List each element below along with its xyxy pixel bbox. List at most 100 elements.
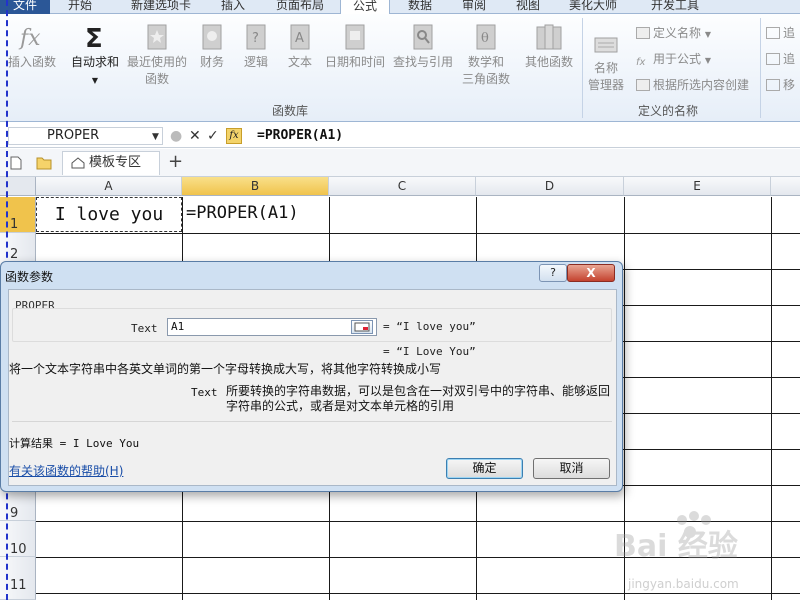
define-name-button[interactable]: 定义名称 ▼ — [636, 24, 711, 42]
create-from-selection-label: 根据所选内容创建 — [653, 78, 750, 92]
tab-page-layout[interactable]: 页面布局 — [266, 0, 334, 14]
function-library-group-label: 函数库 — [272, 104, 309, 118]
collapse-dialog-icon[interactable] — [351, 320, 373, 334]
chevron-down-icon: ▼ — [91, 76, 99, 85]
formula-input[interactable]: =PROPER(A1) — [257, 127, 343, 144]
logic-button[interactable]: ? 逻辑 — [238, 22, 274, 71]
trace-label-2: 追 — [783, 52, 796, 66]
more-functions-label: 其他函数 — [524, 55, 573, 69]
tab-developer[interactable]: 开发工具 — [640, 0, 710, 14]
tab-home[interactable]: 开始 — [58, 0, 102, 14]
name-manager-label-2: 管理器 — [587, 78, 624, 92]
tab-template-zone[interactable]: 模板专区 — [62, 151, 160, 175]
finance-button[interactable]: 财务 — [194, 22, 230, 71]
cancel-button[interactable]: 取消 — [533, 458, 610, 479]
calendar-book-icon — [345, 24, 365, 50]
column-header-c[interactable]: C — [329, 177, 476, 196]
expand-icon: ● — [170, 128, 183, 144]
grid-icon — [636, 79, 650, 91]
new-file-icon[interactable] — [10, 156, 22, 170]
function-arguments-dialog: 函数参数 ? X PROPER Text A1 = “I love you” =… — [0, 261, 623, 492]
tab-new[interactable]: 新建选项卡 — [118, 0, 204, 14]
formula-bar: PROPER ▼ ● ✕ ✓ fx =PROPER(A1) — [0, 124, 800, 148]
trace-dependents-button[interactable]: 追 — [766, 50, 795, 68]
use-in-formula-label: 用于公式 — [653, 52, 702, 66]
column-header-a[interactable]: A — [36, 177, 182, 196]
insert-function-label: 插入函数 — [7, 55, 56, 69]
use-in-formula-button[interactable]: fx 用于公式 ▼ — [636, 50, 711, 68]
svg-text:Σ: Σ — [85, 24, 103, 52]
name-manager-icon — [594, 37, 618, 53]
name-manager-button[interactable]: 名称 管理器 — [584, 34, 628, 94]
range-select-icon — [354, 322, 370, 332]
function-help-link[interactable]: 有关该函数的帮助(H) — [9, 462, 123, 479]
cell-b1[interactable]: =PROPER(A1) — [183, 197, 330, 232]
star-book-icon — [147, 24, 167, 50]
dialog-title: 函数参数 — [5, 270, 54, 284]
text-argument-input[interactable]: A1 — [167, 318, 377, 336]
svg-text:?: ? — [252, 31, 259, 46]
chevron-down-icon: ▼ — [704, 56, 711, 65]
math-trig-label-1: 数学和 — [467, 55, 504, 69]
name-box[interactable]: PROPER — [8, 127, 163, 145]
ribbon-separator — [582, 18, 583, 118]
column-header-d[interactable]: D — [476, 177, 624, 196]
magnifier-book-icon — [413, 24, 433, 50]
argument-label: Text — [131, 322, 158, 335]
create-from-selection-button[interactable]: 根据所选内容创建 — [636, 76, 749, 94]
ribbon: fx 插入函数 Σ 自动求和 ▼ 最近使用的 函数 财务 ? 逻辑 A 文本 日… — [0, 14, 800, 122]
autosum-button[interactable]: Σ 自动求和 ▼ — [66, 22, 124, 89]
tag-icon — [636, 27, 650, 39]
add-tab-icon[interactable]: + — [168, 151, 183, 172]
autosum-label: 自动求和 — [70, 55, 119, 69]
trace-label-3: 移 — [783, 78, 796, 92]
column-header-e[interactable]: E — [624, 177, 771, 196]
insert-function-icon[interactable]: fx — [226, 128, 242, 144]
recent-functions-label-1: 最近使用的 — [126, 55, 187, 69]
tab-view[interactable]: 视图 — [506, 0, 550, 14]
more-functions-button[interactable]: 其他函数 — [520, 22, 578, 71]
finance-label: 财务 — [199, 55, 224, 69]
watermark-brand: Bai 经验 — [614, 529, 738, 564]
remove-arrows-button[interactable]: 移 — [766, 76, 795, 94]
grid-line — [36, 593, 800, 594]
home-icon — [71, 157, 85, 169]
theta-book-icon: θ — [476, 24, 496, 50]
tab-insert[interactable]: 插入 — [210, 0, 256, 14]
math-trig-label-2: 三角函数 — [461, 72, 510, 86]
column-header-b[interactable]: B — [182, 177, 329, 196]
cancel-icon[interactable]: ✕ — [189, 129, 201, 143]
ok-button[interactable]: 确定 — [446, 458, 523, 479]
help-button[interactable]: ? — [539, 264, 567, 282]
workbook-tab-bar: 模板专区 + — [0, 149, 800, 177]
sigma-icon: Σ — [85, 24, 103, 52]
datetime-button[interactable]: 日期和时间 — [322, 22, 388, 71]
trace-precedents-button[interactable]: 追 — [766, 24, 795, 42]
confirm-icon[interactable]: ✓ — [207, 129, 219, 143]
divider — [12, 421, 612, 422]
formula-preview-result: = “I Love You” — [383, 345, 476, 358]
tab-review[interactable]: 审阅 — [452, 0, 496, 14]
math-trig-button[interactable]: θ 数学和 三角函数 — [458, 22, 514, 88]
folder-icon[interactable] — [36, 156, 52, 170]
chevron-down-icon[interactable]: ▼ — [152, 132, 159, 142]
svg-text:A: A — [295, 31, 304, 46]
cell-a1[interactable]: I love you — [36, 197, 182, 232]
argument-evaluated-value: = “I love you” — [383, 320, 476, 333]
column-header-f[interactable] — [771, 177, 800, 196]
finance-book-icon — [202, 24, 222, 50]
chevron-down-icon: ▼ — [704, 30, 711, 39]
text-button[interactable]: A 文本 — [282, 22, 318, 71]
lookup-button[interactable]: 查找与引用 — [390, 22, 456, 71]
tab-formulas[interactable]: 公式 — [340, 0, 390, 15]
insert-function-button[interactable]: fx 插入函数 — [4, 22, 60, 71]
lookup-label: 查找与引用 — [392, 55, 453, 69]
recent-functions-button[interactable]: 最近使用的 函数 — [124, 22, 190, 88]
define-name-label: 定义名称 — [653, 26, 702, 40]
fx-icon: fx — [18, 26, 41, 51]
tab-data[interactable]: 数据 — [398, 0, 442, 14]
recent-functions-label-2: 函数 — [144, 72, 169, 86]
tab-beautify[interactable]: 美化大师 — [560, 0, 626, 14]
name-manager-label-1: 名称 — [593, 61, 618, 75]
close-button[interactable]: X — [567, 264, 615, 282]
